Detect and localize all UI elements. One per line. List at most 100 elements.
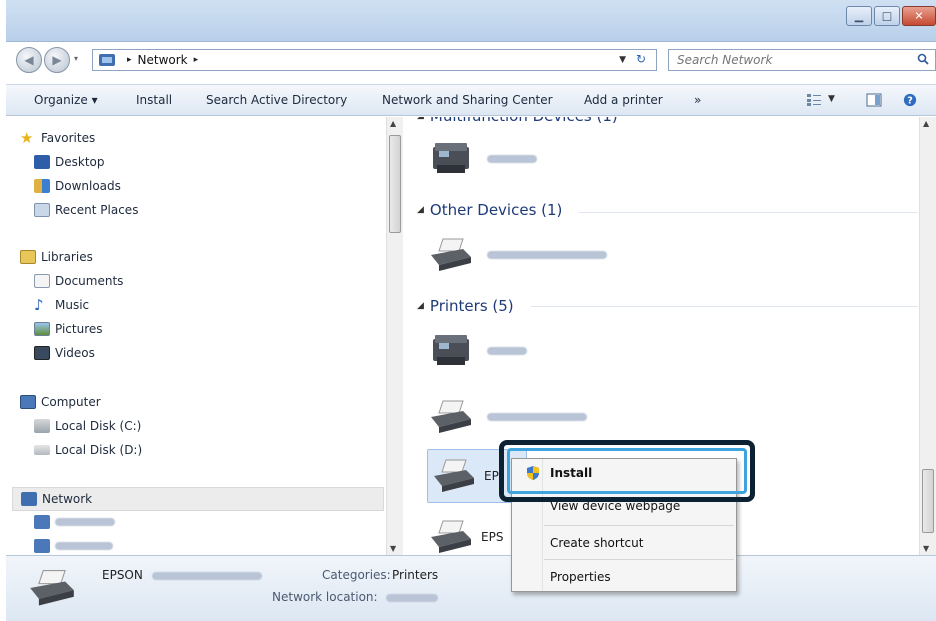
printer-icon [30, 570, 74, 606]
content-scrollbar[interactable]: ▲ ▼ [919, 117, 936, 555]
network-sharing-center-button[interactable]: Network and Sharing Center [382, 93, 553, 107]
device-label: EP [484, 469, 499, 483]
search-input[interactable] [669, 50, 899, 70]
scrollbar-thumb[interactable] [389, 135, 401, 233]
breadcrumb-separator: ▸ [127, 55, 132, 65]
close-icon: ✕ [914, 9, 924, 23]
tree-label: Music [55, 298, 90, 312]
device-printer-1[interactable] [429, 331, 527, 371]
redacted-label [55, 518, 115, 526]
computer-icon [20, 395, 36, 409]
printer-icon [431, 238, 471, 271]
navigation-scrollbar[interactable]: ▲ ▼ [386, 117, 403, 555]
collapse-icon: ◢ [417, 301, 424, 311]
videos-icon [34, 346, 50, 360]
breadcrumb-separator: ▸ [193, 55, 199, 65]
device-multifunction[interactable] [429, 139, 537, 179]
tree-item-favorites[interactable]: ★ Favorites [20, 129, 96, 147]
desktop-icon [34, 155, 50, 169]
tree-item-pictures[interactable]: Pictures [34, 322, 103, 336]
group-header-multifunction[interactable]: ◢ Multifunction Devices (1) [417, 117, 618, 125]
device-printer-4[interactable]: EPS [429, 517, 503, 555]
categories-value: Printers [392, 568, 439, 582]
tree-item-videos[interactable]: Videos [34, 346, 95, 360]
preview-pane-icon[interactable] [866, 93, 882, 107]
maximize-button[interactable]: □ [874, 6, 900, 26]
menu-item-create-shortcut[interactable]: Create shortcut [512, 529, 736, 557]
tree-item-recent-places[interactable]: Recent Places [34, 203, 138, 217]
group-divider [531, 306, 918, 307]
categories-label: Categories: [322, 568, 391, 582]
tree-label: Local Disk (C:) [55, 419, 142, 433]
group-label: Multifunction Devices (1) [430, 117, 618, 125]
collapse-icon: ◢ [417, 117, 424, 121]
device-printer-2[interactable] [429, 397, 587, 437]
tree-item-network[interactable]: Network [12, 487, 384, 511]
tree-item-network-computer[interactable] [34, 515, 115, 529]
install-button[interactable]: Install [136, 93, 172, 107]
minimize-icon: ▁ [854, 9, 864, 23]
tree-item-local-disk-d[interactable]: Local Disk (D:) [34, 443, 142, 457]
refresh-icon[interactable]: ↻ [630, 52, 652, 68]
svg-text:?: ? [907, 96, 913, 107]
tree-label: Libraries [41, 250, 93, 264]
change-view-icon[interactable] [806, 93, 822, 107]
tree-label: Favorites [41, 131, 96, 145]
network-icon [99, 54, 115, 66]
printer-icon [434, 459, 474, 492]
help-icon[interactable]: ? [902, 93, 918, 107]
address-dropdown-icon[interactable]: ▼ [619, 55, 626, 65]
details-pane: EPSON Categories: Printers Network locat… [6, 555, 936, 621]
tree-item-network-computer[interactable] [34, 539, 113, 553]
multifunction-printer-icon [433, 143, 469, 173]
network-icon [21, 492, 37, 506]
tree-item-libraries[interactable]: Libraries [20, 250, 93, 264]
address-bar[interactable]: ▸ Network ▸ ▼ ↻ [92, 49, 657, 71]
scroll-down-icon[interactable]: ▼ [923, 544, 929, 553]
back-button[interactable]: ◀ [16, 47, 42, 73]
device-other[interactable] [429, 235, 607, 275]
scroll-up-icon[interactable]: ▲ [390, 119, 396, 128]
collapse-icon: ◢ [417, 205, 424, 215]
redacted-label [487, 155, 537, 163]
tree-label: Videos [55, 346, 95, 360]
search-active-directory-button[interactable]: Search Active Directory [206, 93, 347, 107]
window-controls: ▁ □ ✕ [844, 6, 936, 28]
recent-places-icon [34, 203, 50, 217]
tree-item-documents[interactable]: Documents [34, 274, 123, 288]
redacted-label [152, 572, 262, 580]
redacted-label [386, 594, 438, 602]
search-box[interactable] [668, 49, 936, 71]
computer-icon [34, 515, 50, 529]
more-commands-button[interactable]: » [694, 93, 701, 107]
breadcrumb-network[interactable]: Network [138, 53, 188, 67]
minimize-button[interactable]: ▁ [846, 6, 872, 26]
tree-item-computer[interactable]: Computer [20, 395, 101, 409]
details-device-name: EPSON [102, 568, 143, 582]
tree-item-local-disk-c[interactable]: Local Disk (C:) [34, 419, 141, 433]
star-icon: ★ [20, 129, 34, 147]
scroll-down-icon[interactable]: ▼ [390, 544, 396, 553]
organize-button[interactable]: Organize ▾ [34, 93, 98, 107]
tree-item-music[interactable]: ♪ Music [34, 298, 90, 313]
maximize-icon: □ [881, 9, 893, 23]
redacted-label [55, 542, 113, 550]
tree-item-downloads[interactable]: Downloads [34, 179, 121, 193]
disk-drive-icon [34, 445, 50, 455]
menu-separator [544, 525, 734, 526]
recent-pages-dropdown[interactable]: ▾ [74, 54, 78, 63]
computer-icon [34, 539, 50, 553]
search-icon[interactable] [917, 53, 929, 65]
tree-item-desktop[interactable]: Desktop [34, 155, 105, 169]
group-header-printers[interactable]: ◢ Printers (5) [417, 297, 514, 315]
group-label: Other Devices (1) [429, 201, 563, 219]
tree-label: Desktop [55, 155, 105, 169]
scrollbar-thumb[interactable] [922, 469, 934, 533]
forward-button[interactable]: ▶ [44, 47, 70, 73]
add-printer-button[interactable]: Add a printer [584, 93, 663, 107]
menu-item-properties[interactable]: Properties [512, 563, 736, 591]
close-button[interactable]: ✕ [902, 6, 936, 26]
scroll-up-icon[interactable]: ▲ [923, 119, 929, 128]
view-dropdown-icon[interactable]: ▼ [828, 94, 835, 104]
group-header-other-devices[interactable]: ◢ Other Devices (1) [417, 201, 562, 219]
